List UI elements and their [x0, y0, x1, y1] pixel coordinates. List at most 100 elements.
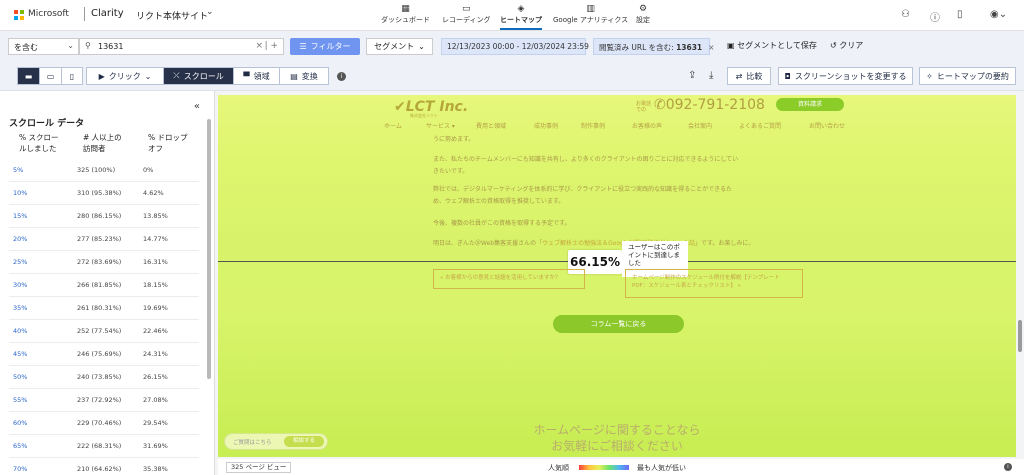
site-nav-item[interactable]: 会社案内	[688, 121, 712, 130]
table-row[interactable]: 15% 280 (86.15%) 13.85%	[9, 205, 199, 228]
tablet-icon[interactable]: ▭	[40, 68, 62, 84]
back-to-columns-button[interactable]: コラム一覧に戻る	[553, 315, 684, 333]
document-icon[interactable]: ▯	[957, 9, 963, 20]
gear-icon: ⚙	[638, 4, 648, 14]
search-icon: ⚲	[85, 41, 91, 50]
product-name[interactable]: Clarity	[91, 8, 124, 19]
device-switcher: ▬ ▭ ▯	[17, 67, 83, 85]
url-filter-chip[interactable]: 閲覧済み URL を含む: 13631 ×	[593, 38, 714, 55]
site-request-button[interactable]: 資料請求	[776, 98, 844, 111]
nav-heatmaps[interactable]: ◈ ヒートマップ	[500, 3, 542, 30]
desktop-icon[interactable]: ▬	[18, 68, 40, 84]
site-nav-item[interactable]: 成功事例	[534, 121, 558, 130]
table-row[interactable]: 50% 240 (73.85%) 26.15%	[9, 366, 199, 389]
table-row[interactable]: 35% 261 (80.31%) 19.69%	[9, 297, 199, 320]
collapse-icon[interactable]: «	[194, 101, 200, 112]
heatmap-icon: ◈	[517, 4, 525, 14]
site-nav-item[interactable]: ホーム	[384, 121, 402, 130]
sidebar-scrollbar[interactable]	[207, 119, 211, 379]
match-type-select[interactable]: を含む ⌄	[8, 38, 79, 55]
article-text: 今後、複数の社員がこの資格を取得する予定です。	[433, 220, 571, 227]
site-nav-item[interactable]: サービス ▾	[426, 121, 455, 130]
table-row[interactable]: 10% 310 (95.38%) 4.62%	[9, 182, 199, 205]
table-row[interactable]: 30% 266 (81.85%) 18.15%	[9, 274, 199, 297]
add-icon[interactable]: | +	[265, 41, 278, 51]
undo-icon: ↺	[830, 41, 840, 50]
site-nav-item[interactable]: お問い合わせ	[809, 121, 845, 130]
info-icon[interactable]: i	[1004, 463, 1012, 471]
panel-title: スクロール データ	[9, 119, 85, 129]
save-segment-button[interactable]: ▣ セグメントとして保存	[727, 40, 817, 51]
column-header-dropoff[interactable]: % ドロップ オフ	[148, 132, 198, 154]
mobile-icon[interactable]: ▯	[62, 68, 82, 84]
article-text: め、ウェブ解析士の資格取得を推奨しています。	[433, 198, 565, 205]
nav-recordings[interactable]: ▭ レコーディング	[442, 3, 491, 25]
site-phone: ✆092-791-2108	[654, 97, 765, 113]
share-icon[interactable]: ⇪	[688, 70, 696, 81]
conversion-heatmap-button[interactable]: ▤ 変換	[280, 68, 328, 84]
clear-button[interactable]: ↺ クリア	[830, 40, 863, 51]
table-row[interactable]: 55% 237 (72.92%) 27.08%	[9, 389, 199, 412]
table-row[interactable]: 45% 246 (75.69%) 24.31%	[9, 343, 199, 366]
scroll-heatmap-canvas[interactable]: ✔LCT Inc. 株式会社リクト お電話 での ✆092-791-2108 資…	[218, 95, 1016, 457]
chevron-down-icon: ⌄	[144, 71, 152, 81]
url-search-input[interactable]: ⚲ 13631 × | +	[79, 38, 284, 55]
nav-google-analytics[interactable]: ▥ Google アナリティクス	[553, 3, 628, 25]
compare-icon: ⇄	[735, 71, 743, 81]
area-heatmap-button[interactable]: ▀ 領域	[234, 68, 280, 84]
table-row[interactable]: 70% 210 (64.62%) 35.38%	[9, 458, 199, 475]
analytics-icon: ▥	[586, 4, 595, 14]
project-selector[interactable]: リクト本体サイト	[136, 9, 208, 22]
chat-widget[interactable]: ご質問はこちら 相談する	[224, 433, 328, 450]
info-icon[interactable]: i	[337, 72, 346, 81]
heatmap-toolbar: ▬ ▭ ▯ ▶ クリック ⌄ ⤫ スクロール ▀ 領域 ▤ 変換 i ⇪ ⤓ ⇄ 比較 ◘ ス…	[0, 61, 1024, 91]
site-nav-item[interactable]: 費用と領域	[476, 121, 506, 130]
chevron-down-icon: ⌄	[67, 41, 74, 50]
article-text: うに努めます。	[433, 136, 475, 143]
click-heatmap-button[interactable]: ▶ クリック ⌄	[87, 68, 164, 84]
table-row[interactable]: 25% 272 (83.69%) 16.31%	[9, 251, 199, 274]
prev-post-link[interactable]: « お客様からの意見と話題を活用していますか？	[433, 269, 585, 289]
table-row[interactable]: 40% 252 (77.54%) 22.46%	[9, 320, 199, 343]
heatmap-footer: 325 ページ ビュー 人気順 最も人気が低い i	[218, 459, 1024, 475]
legend-gradient	[579, 465, 629, 470]
scroll-heatmap-button[interactable]: ⤫ スクロール	[164, 68, 234, 84]
table-row[interactable]: 20% 277 (85.23%) 14.77%	[9, 228, 199, 251]
site-nav-item[interactable]: お客様の声	[632, 121, 662, 130]
nav-dashboard[interactable]: ▦ ダッシュボード	[381, 3, 430, 25]
article-text: 弊社では、デジタルマーケティングを体系的に学び、クライアントに役立つ実践的な知識…	[433, 186, 733, 193]
share-people-icon[interactable]: ⚇	[901, 9, 910, 20]
nav-settings[interactable]: ⚙ 設定	[636, 3, 650, 25]
download-icon[interactable]: ⤓	[709, 70, 713, 81]
site-nav-item[interactable]: よくあるご質問	[739, 121, 781, 130]
microsoft-logo-icon	[14, 10, 24, 20]
chevron-down-icon[interactable]: ⌄	[206, 7, 214, 17]
save-icon: ▣	[727, 41, 738, 50]
help-icon[interactable]: ⓘ	[930, 9, 940, 24]
date-range-chip[interactable]: 12/13/2023 00:00 - 12/03/2024 23:59	[441, 38, 589, 55]
scroll-icon: ⤫	[173, 71, 180, 80]
segment-button[interactable]: セグメント ⌄	[366, 38, 433, 55]
close-icon[interactable]: ×	[708, 43, 714, 52]
phone-icon: ✆	[654, 97, 666, 113]
brand-name: Microsoft	[28, 9, 69, 19]
filter-button[interactable]: ☰ フィルター	[290, 38, 360, 55]
compare-button[interactable]: ⇄ 比較	[727, 67, 771, 85]
logo-mark-icon: ✔	[394, 99, 406, 115]
column-header-scrolled[interactable]: % スクロー ルしました	[19, 132, 71, 154]
account-icon[interactable]: ◉⌄	[990, 9, 1007, 20]
scroll-data-panel: « スクロール データ % スクロー ルしました # 人以上の 訪問者 % ドロ…	[0, 91, 215, 475]
clear-icon[interactable]: ×	[255, 41, 263, 51]
next-post-link[interactable]: ホームページ制作のスケジュール例付を解説【テンプレート PDF：スケジュール表と…	[625, 269, 803, 298]
table-row[interactable]: 5% 325 (100%) 0%	[9, 159, 199, 182]
heatmap-summary-button[interactable]: ✧ ヒートマップの要約	[919, 67, 1016, 85]
table-row[interactable]: 60% 229 (70.46%) 29.54%	[9, 412, 199, 435]
site-nav-item[interactable]: 制作事例	[581, 121, 605, 130]
dashboard-icon: ▦	[401, 4, 410, 14]
chat-button[interactable]: 相談する	[284, 436, 324, 447]
filter-icon: ☰	[299, 42, 307, 51]
change-screenshot-button[interactable]: ◘ スクリーンショットを変更する	[778, 67, 913, 85]
main-scrollbar[interactable]	[1018, 320, 1022, 352]
column-header-visitors[interactable]: # 人以上の 訪問者	[83, 132, 137, 154]
table-row[interactable]: 65% 222 (68.31%) 31.69%	[9, 435, 199, 458]
